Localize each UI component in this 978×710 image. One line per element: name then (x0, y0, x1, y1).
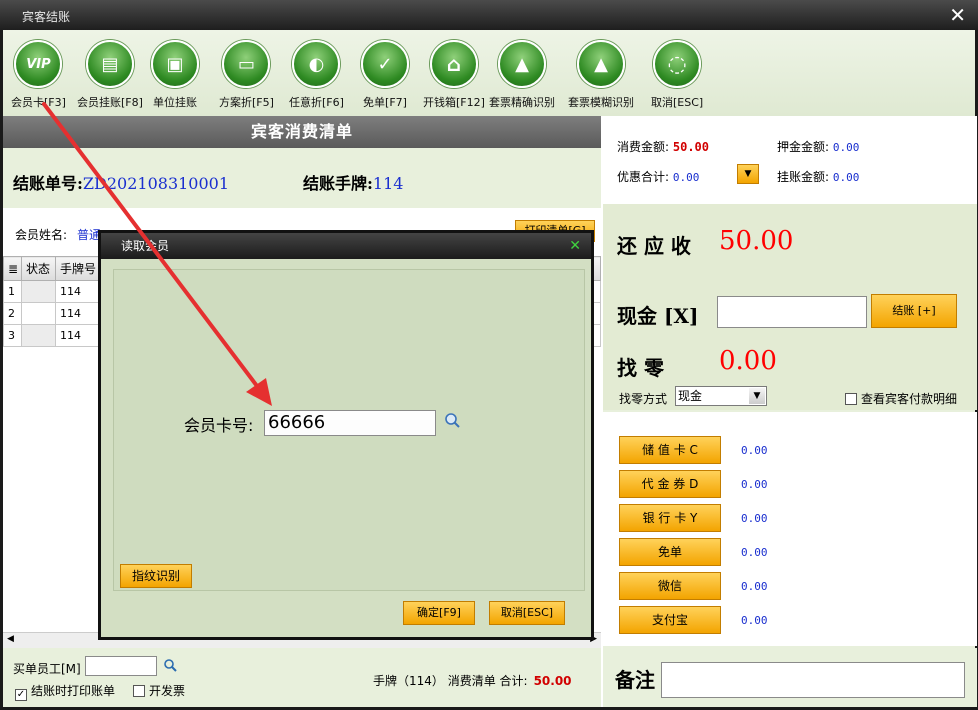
card-number-label: 会员卡号: (184, 416, 254, 435)
bill-summary: 手牌（114） 消费清单 合计: 50.00 (373, 674, 572, 688)
toolbar-button-fuzzy-identify[interactable]: ▲ 套票模糊识别 (568, 40, 634, 110)
stored-card-value: 0.00 (741, 444, 768, 457)
notes-input[interactable] (661, 662, 965, 698)
chevron-down-icon: ▼ (749, 388, 765, 404)
search-icon[interactable] (163, 658, 177, 675)
checkbox-checked-icon: ✓ (15, 689, 27, 701)
cash-drawer-icon: ⌂ (429, 40, 478, 88)
dialog-close-icon[interactable]: ✕ (569, 233, 581, 259)
fuzzy-identify-icon: ▲ (577, 40, 625, 88)
buyer-label: 买单员工[M] (13, 662, 81, 676)
print-on-checkout-checkbox[interactable]: ✓ 结账时打印账单 (15, 682, 115, 701)
table-menu-icon[interactable]: ≣ (3, 256, 22, 281)
dialog-title: 读取会员 (121, 239, 170, 253)
cash-label: 现金 [X] (617, 304, 699, 328)
any-discount-icon: ◐ (292, 40, 341, 88)
voucher-value: 0.00 (741, 478, 768, 491)
toolbar-button-member-credit[interactable]: ▤ 会员挂账[F8] (77, 40, 143, 110)
member-name-label: 会员姓名: (15, 228, 68, 242)
notes-section: 备注 (603, 648, 977, 707)
free-order-button[interactable]: 免单 (619, 538, 721, 566)
bill-tag: 结账手牌:114 (303, 174, 404, 193)
amount-due-label: 还 应 收 (617, 234, 691, 258)
amount-due-value: 50.00 (719, 226, 794, 256)
change-label: 找 零 (617, 356, 664, 380)
checkbox-icon (133, 685, 145, 697)
close-icon[interactable]: ✕ (949, 3, 966, 27)
free-bill-icon: ✓ (361, 40, 409, 88)
toolbar-button-member-card[interactable]: VIP 会员卡[F3] (11, 40, 66, 110)
toolbar: VIP 会员卡[F3] ▤ 会员挂账[F8] ▣ 单位挂账 ▭ 方案折[F5] ◐ 任意折… (3, 30, 975, 116)
plan-discount-icon: ▭ (222, 40, 271, 88)
card-number-input[interactable]: 66666 (264, 410, 436, 436)
member-credit-icon: ▤ (85, 40, 134, 88)
bill-footer: 买单员工[M] ✓ 结账时打印账单 开发票 手牌（114） 消费清单 合计: 50.… (3, 648, 601, 707)
toolbar-button-exact-identify[interactable]: ▲ 套票精确识别 (489, 40, 555, 110)
alipay-button[interactable]: 支付宝 (619, 606, 721, 634)
toolbar-button-plan-discount[interactable]: ▭ 方案折[F5] (219, 40, 274, 110)
change-value: 0.00 (719, 346, 777, 376)
read-member-dialog: 读取会员 ✕ 会员卡号: 66666 指纹识别 确定[F9] 取消[ESC] (98, 230, 594, 640)
payment-box: 还 应 收 50.00 现金 [X] 结账 [+] 找 零 0.00 找零方式 … (603, 204, 977, 410)
bank-card-button[interactable]: 银 行 卡 Y (619, 504, 721, 532)
fingerprint-button[interactable]: 指纹识别 (120, 564, 192, 588)
confirm-button[interactable]: 确定[F9] (403, 601, 475, 625)
credit-amount: 挂账金额: 0.00 (777, 170, 860, 184)
checkbox-icon (845, 393, 857, 405)
payment-methods: 储 值 卡 C 0.00 代 金 券 D 0.00 银 行 卡 Y 0.00 免… (603, 412, 977, 646)
search-icon[interactable] (444, 412, 460, 431)
change-method-label: 找零方式 (619, 392, 668, 406)
dialog-titlebar: 读取会员 ✕ (101, 233, 591, 259)
consume-amount: 消费金额: 50.00 (617, 140, 709, 154)
discount-dropdown-button[interactable]: ▼ (737, 164, 759, 184)
stored-card-button[interactable]: 储 值 卡 C (619, 436, 721, 464)
window-titlebar: 宾客结账 ✕ (0, 0, 978, 30)
wechat-button[interactable]: 微信 (619, 572, 721, 600)
issue-invoice-checkbox[interactable]: 开发票 (133, 682, 185, 699)
notes-label: 备注 (615, 668, 655, 692)
discount-amount: 优惠合计: 0.00 (617, 170, 700, 184)
wechat-value: 0.00 (741, 580, 768, 593)
vip-icon: VIP (14, 40, 63, 88)
dialog-body: 会员卡号: 66666 指纹识别 (113, 269, 585, 591)
payment-panel: 消费金额: 50.00 押金金额: 0.00 优惠合计: 0.00 ▼ 挂账金额… (601, 116, 977, 707)
column-header-status[interactable]: 状态 (21, 256, 56, 281)
bill-header: 宾客消费清单 (3, 116, 601, 148)
toolbar-button-cancel[interactable]: ◌ 取消[ESC] (651, 40, 703, 110)
cancel-icon: ◌ (653, 40, 702, 88)
settle-button[interactable]: 结账 [+] (871, 294, 957, 328)
cancel-button[interactable]: 取消[ESC] (489, 601, 565, 625)
bank-card-value: 0.00 (741, 512, 768, 525)
change-method-select[interactable]: 现金 ▼ (675, 386, 767, 406)
deposit-amount: 押金金额: 0.00 (777, 140, 860, 154)
toolbar-button-cash-drawer[interactable]: ⌂ 开钱箱[F12] (423, 40, 485, 110)
window-title: 宾客结账 (22, 10, 71, 24)
voucher-button[interactable]: 代 金 券 D (619, 470, 721, 498)
toolbar-button-any-discount[interactable]: ◐ 任意折[F6] (289, 40, 344, 110)
bill-number: 结账单号:ZD202108310001 (13, 174, 230, 193)
buyer-input[interactable] (85, 656, 157, 676)
exact-identify-icon: ▲ (498, 40, 546, 88)
cash-input[interactable] (717, 296, 867, 328)
toolbar-button-free-bill[interactable]: ✓ 免单[F7] (361, 40, 409, 110)
alipay-value: 0.00 (741, 614, 768, 627)
company-credit-icon: ▣ (151, 40, 199, 88)
amount-summary: 消费金额: 50.00 押金金额: 0.00 优惠合计: 0.00 ▼ 挂账金额… (603, 116, 977, 204)
free-order-value: 0.00 (741, 546, 768, 559)
view-payment-detail-checkbox[interactable]: 查看宾客付款明细 (845, 390, 957, 407)
bill-info: 结账单号:ZD202108310001 结账手牌:114 (3, 148, 601, 208)
toolbar-button-company-credit[interactable]: ▣ 单位挂账 (151, 40, 199, 110)
